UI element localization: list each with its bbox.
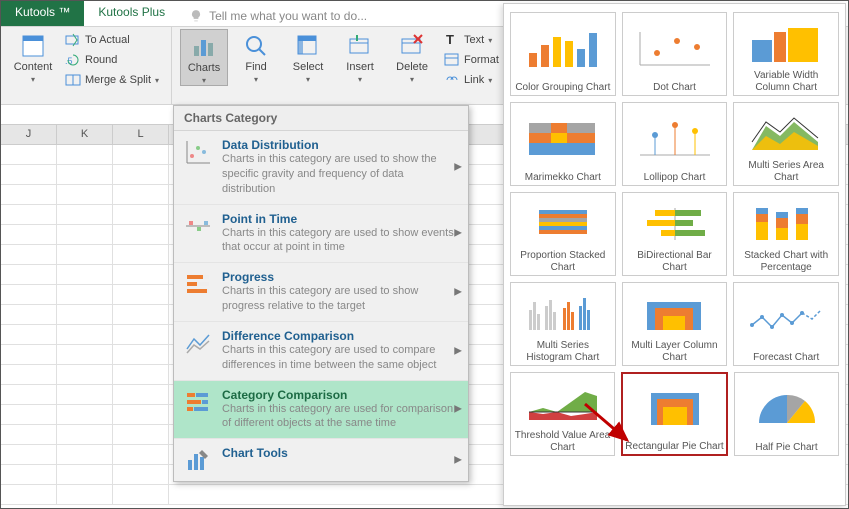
chevron-right-icon: ▶: [454, 287, 462, 298]
lightbulb-icon: [189, 9, 203, 23]
category-point-in-time[interactable]: Point in TimeCharts in this category are…: [174, 205, 468, 264]
progress-icon: [184, 270, 212, 298]
chart-multi-series-area[interactable]: Multi Series Area Chart: [733, 102, 839, 186]
chart-proportion-stacked[interactable]: Proportion Stacked Chart: [510, 192, 616, 276]
chart-marimekko[interactable]: Marimekko Chart: [510, 102, 616, 186]
category-category-comparison[interactable]: Category ComparisonCharts in this catego…: [174, 381, 468, 440]
category-chart-tools[interactable]: Chart Tools ▶: [174, 439, 468, 481]
merge-icon: [65, 72, 81, 88]
tell-me[interactable]: Tell me what you want to do...: [179, 1, 377, 26]
delete-button[interactable]: Delete▾: [388, 29, 436, 84]
chart-variable-width-column[interactable]: Variable Width Column Chart: [733, 12, 839, 96]
tools-icon: [184, 446, 212, 474]
content-icon: [20, 33, 46, 59]
find-button[interactable]: Find▾: [232, 29, 280, 84]
chart-bidirectional-bar[interactable]: BiDirectional Bar Chart: [622, 192, 728, 276]
delete-icon: [399, 33, 425, 59]
dropdown-header: Charts Category: [174, 106, 468, 131]
link-button[interactable]: Link ▾: [440, 71, 511, 89]
chevron-right-icon: ▶: [454, 228, 462, 239]
chart-half-pie[interactable]: Half Pie Chart: [734, 372, 839, 456]
chart-multi-series-histogram[interactable]: Multi Series Histogram Chart: [510, 282, 616, 366]
chart-lollipop[interactable]: Lollipop Chart: [622, 102, 728, 186]
chart-gallery: Color Grouping Chart Dot Chart Variable …: [503, 3, 846, 506]
chart-rectangular-pie[interactable]: Rectangular Pie Chart: [621, 372, 728, 456]
find-icon: [243, 33, 269, 59]
category-difference-comparison[interactable]: Difference ComparisonCharts in this cate…: [174, 322, 468, 381]
diff-icon: [184, 329, 212, 357]
category-progress[interactable]: ProgressCharts in this category are used…: [174, 263, 468, 322]
to-actual-icon: [65, 32, 81, 48]
content-button[interactable]: Content▾: [9, 29, 57, 84]
category-data-distribution[interactable]: Data DistributionCharts in this category…: [174, 131, 468, 205]
tab-kutools-plus[interactable]: Kutools Plus: [84, 1, 179, 26]
charts-button[interactable]: Charts▾: [180, 29, 228, 86]
chart-forecast[interactable]: Forecast Chart: [733, 282, 839, 366]
text-icon: T: [444, 32, 460, 48]
merge-split-button[interactable]: Merge & Split ▾: [61, 71, 163, 89]
chevron-right-icon: ▶: [454, 455, 462, 466]
link-icon: [444, 72, 460, 88]
round-button[interactable]: .5Round: [61, 51, 163, 69]
timeline-icon: [184, 212, 212, 240]
chart-threshold-value-area[interactable]: Threshold Value Area Chart: [510, 372, 615, 456]
svg-text:T: T: [446, 32, 454, 47]
charts-icon: [191, 34, 217, 60]
text-button[interactable]: TText ▾: [440, 31, 511, 49]
tab-kutools[interactable]: Kutools ™: [1, 1, 84, 26]
chevron-right-icon: ▶: [454, 162, 462, 173]
chart-color-grouping[interactable]: Color Grouping Chart: [510, 12, 616, 96]
compare-icon: [184, 388, 212, 416]
chevron-right-icon: ▶: [454, 345, 462, 356]
tell-me-label: Tell me what you want to do...: [209, 9, 367, 23]
chart-dot[interactable]: Dot Chart: [622, 12, 728, 96]
to-actual-button[interactable]: To Actual: [61, 31, 163, 49]
charts-category-dropdown: Charts Category Data DistributionCharts …: [173, 105, 469, 482]
select-icon: [295, 33, 321, 59]
chart-multi-layer-column[interactable]: Multi Layer Column Chart: [622, 282, 728, 366]
format-button[interactable]: Format ▾: [440, 51, 511, 69]
scatter-icon: [184, 138, 212, 166]
chevron-right-icon: ▶: [454, 404, 462, 415]
insert-icon: [347, 33, 373, 59]
round-icon: .5: [65, 52, 81, 68]
insert-button[interactable]: Insert▾: [336, 29, 384, 84]
select-button[interactable]: Select▾: [284, 29, 332, 84]
content-label: Content: [14, 61, 53, 73]
chart-stacked-percentage[interactable]: Stacked Chart with Percentage: [733, 192, 839, 276]
format-icon: [444, 52, 460, 68]
